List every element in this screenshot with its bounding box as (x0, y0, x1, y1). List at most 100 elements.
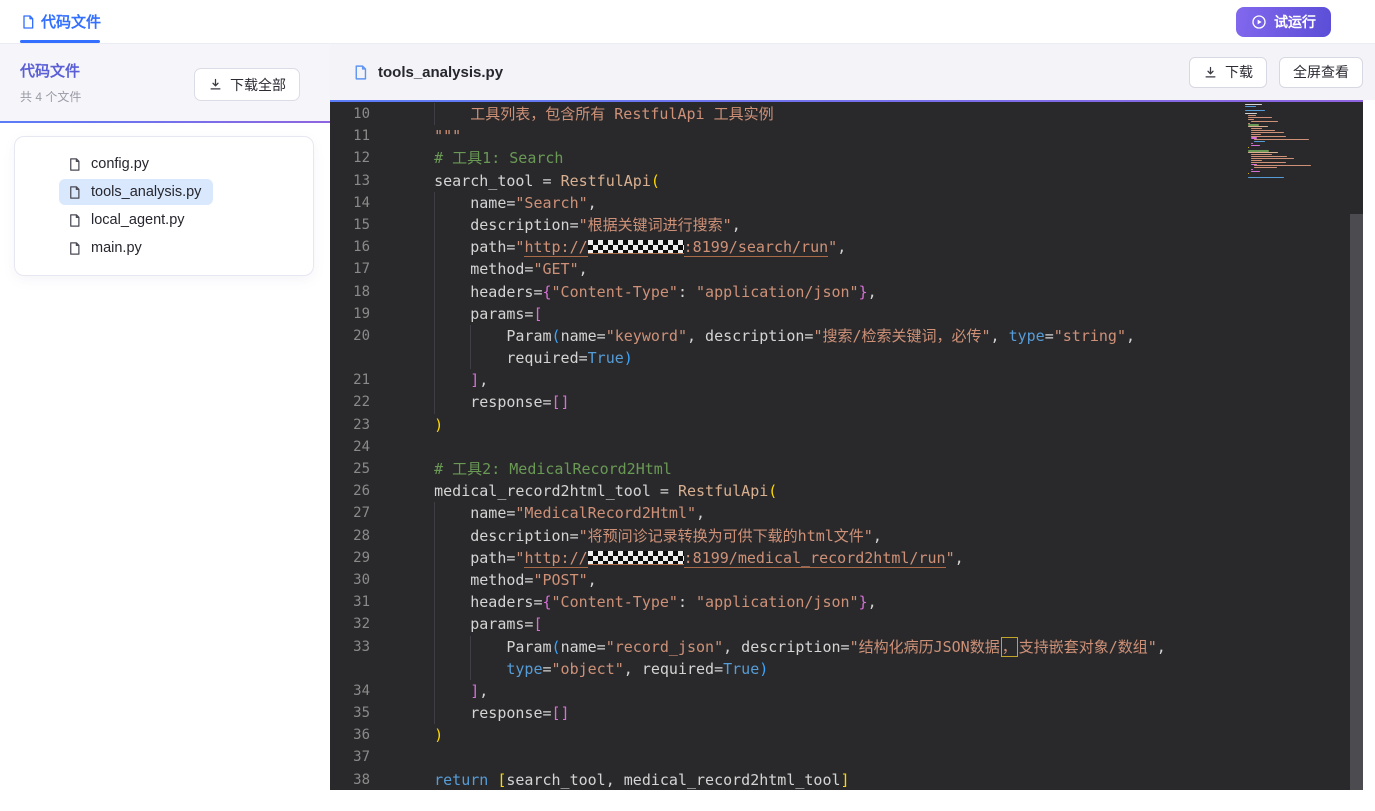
minimap-line (1245, 175, 1349, 176)
code-token-plain: response= (398, 393, 552, 412)
download-all-button[interactable]: 下载全部 (194, 68, 300, 101)
indent-guide (470, 324, 472, 348)
code-token-plain: params= (398, 615, 534, 634)
code-line: 34 ], (330, 679, 1363, 703)
indent-guide (470, 347, 472, 370)
line-content: """ (398, 125, 1363, 147)
code-token-str: "将预问诊记录转换为可供下载的html文件" (578, 526, 873, 545)
code-line: 29 path= " http://:8199/medical_record2htm… (330, 546, 1363, 569)
minimap-line (1251, 156, 1288, 158)
code-token-b2: ] (470, 681, 480, 700)
indent-guide (434, 635, 436, 658)
redacted-host-mosaic (587, 550, 684, 565)
sidebar: 代码文件 共 4 个文件 下载全部 config.py tools_analysi… (0, 44, 330, 811)
trial-run-button[interactable]: 试运行 (1236, 7, 1331, 37)
indent-guide (434, 502, 436, 525)
code-line: 22 response=[] (330, 391, 1363, 414)
code-line: 38 return [search_tool, medical_record2h… (330, 769, 1363, 790)
code-token-linkstr: http:// (524, 238, 588, 258)
indent-guide (434, 280, 436, 303)
download-button[interactable]: 下载 (1189, 56, 1267, 88)
code-line: 30 method="POST", (330, 568, 1363, 592)
indent-guide (434, 369, 436, 392)
play-circle-icon (1251, 14, 1267, 30)
code-token-plain: name= (560, 637, 606, 656)
code-token-plain: method= (398, 570, 534, 589)
download-icon (1203, 65, 1218, 80)
line-content: response=[] (398, 702, 1363, 725)
code-token-b1: ] (840, 770, 850, 789)
code-token-plain: = (542, 659, 552, 678)
code-token-boxed: ， (1000, 636, 1018, 657)
line-number: 21 (353, 372, 370, 389)
code-line: 12 # 工具1: Search (330, 147, 1363, 169)
code-token-b2: [] (551, 704, 570, 723)
indent-guide (434, 702, 436, 725)
code-token-plain: search_tool, medical_record2html_tool (506, 770, 841, 789)
top-bar: 代码文件 试运行 (0, 0, 1375, 44)
download-icon (208, 77, 223, 92)
line-content (398, 436, 1363, 458)
line-content: Param(name="keyword", description="搜索/检索… (398, 324, 1363, 348)
file-icon (352, 64, 369, 81)
code-token-plain: , (479, 681, 489, 700)
minimap-line (1245, 111, 1349, 112)
code-token-b3: ) (623, 349, 633, 368)
code-line: 21 ], (330, 369, 1363, 392)
line-number: 15 (353, 216, 370, 233)
line-number: 13 (353, 172, 370, 189)
code-line: 10 工具列表，包含所有 RestfulApi 工具实例 (330, 103, 1363, 126)
file-icon (20, 14, 36, 30)
indent-guide (434, 391, 436, 414)
code-token-plain: name= (398, 504, 516, 523)
tab-active-underline (20, 40, 100, 43)
code-line: 14 name="Search", (330, 191, 1363, 214)
code-token-b2: } (858, 282, 868, 301)
code-token-plain: , (872, 526, 882, 545)
code-editor[interactable]: 10 工具列表，包含所有 RestfulApi 工具实例 11 """ 12 # 工… (330, 102, 1363, 790)
code-token-str: 工具列表，包含所有 RestfulApi 工具实例 (398, 105, 774, 123)
code-line: 16 path="http://:8199/search/run", (330, 236, 1363, 259)
code-token-kw: True (587, 349, 624, 368)
code-token-kw: type (506, 659, 543, 678)
code-token-b2: ] (470, 371, 480, 390)
line-number: 17 (353, 261, 370, 278)
line-content: 工具列表，包含所有 RestfulApi 工具实例 (398, 103, 1363, 126)
file-item-config.py[interactable]: config.py (59, 151, 161, 177)
minimap-line (1245, 105, 1256, 107)
code-token-plain: , (954, 548, 964, 567)
minimap-line (1251, 120, 1278, 122)
tab-label: 代码文件 (41, 14, 102, 31)
code-token-comment: # 工具1: Search (398, 149, 564, 168)
code-token-plain: , (479, 371, 489, 390)
minimap[interactable] (1245, 104, 1349, 192)
code-line: required=True) (330, 347, 1363, 370)
code-token-b2: { (542, 593, 552, 612)
line-number: 36 (353, 727, 370, 744)
code-token-b1: ( (768, 482, 778, 501)
fullscreen-button[interactable]: 全屏查看 (1279, 56, 1363, 88)
minimap-line (1254, 141, 1266, 143)
tab-code-files[interactable]: 代码文件 (20, 0, 101, 43)
editor-scrollbar-thumb[interactable] (1350, 214, 1363, 790)
line-content: ], (398, 369, 1363, 392)
code-token-str: "GET" (533, 260, 579, 279)
file-list: config.py tools_analysis.py local_agent.py… (23, 151, 305, 261)
file-icon (67, 157, 82, 172)
minimap-line (1251, 170, 1260, 173)
code-line: 15 description="根据关键词进行搜索", (330, 213, 1363, 237)
file-item-local_agent.py[interactable]: local_agent.py (59, 207, 197, 233)
main-header: tools_analysis.py 下载 全屏查看 (330, 44, 1375, 100)
indent-guide (434, 302, 436, 325)
file-icon (67, 213, 82, 228)
code-line: 27 name="MedicalRecord2Html", (330, 502, 1363, 525)
file-item-tools_analysis.py[interactable]: tools_analysis.py (59, 179, 214, 205)
code-line: 37 (330, 746, 1363, 768)
line-number: 18 (353, 283, 370, 300)
file-item-main.py[interactable]: main.py (59, 235, 154, 261)
code-token-str: "POST" (533, 570, 588, 589)
indent-guide (434, 657, 436, 680)
